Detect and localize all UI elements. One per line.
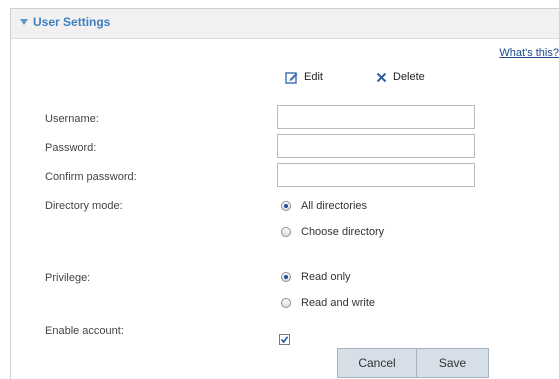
delete-icon (376, 72, 387, 83)
radio-all-directories[interactable]: All directories (281, 200, 367, 212)
whats-this-link[interactable]: What's this? (499, 47, 559, 59)
enable-account-label: Enable account: (45, 325, 124, 337)
radio-label: Read and write (301, 297, 375, 309)
radio-button[interactable] (281, 272, 291, 282)
confirm-password-input[interactable] (277, 163, 475, 187)
enable-account-checkbox[interactable] (279, 334, 290, 345)
collapse-arrow-icon[interactable] (20, 19, 28, 25)
radio-button[interactable] (281, 201, 291, 211)
cancel-button[interactable]: Cancel (337, 348, 417, 378)
radio-read-write[interactable]: Read and write (281, 297, 375, 309)
delete-label: Delete (393, 71, 425, 83)
confirm-password-label: Confirm password: (45, 171, 137, 183)
radio-read-only[interactable]: Read only (281, 271, 351, 283)
username-label: Username: (45, 113, 99, 125)
radio-label: Read only (301, 271, 351, 283)
radio-button[interactable] (281, 298, 291, 308)
panel-header[interactable]: User Settings (11, 9, 559, 39)
radio-label: Choose directory (301, 226, 385, 238)
radio-choose-directory[interactable]: Choose directory (281, 226, 384, 238)
panel-title: User Settings (33, 15, 111, 29)
directory-mode-label: Directory mode: (45, 200, 123, 212)
password-input[interactable] (277, 134, 475, 158)
edit-button[interactable]: Edit (285, 68, 323, 86)
radio-button[interactable] (281, 227, 291, 237)
radio-label: All directories (301, 200, 368, 212)
delete-button[interactable]: Delete (376, 68, 425, 86)
password-label: Password: (45, 142, 97, 154)
user-settings-panel: User Settings What's this? Edit Delete U… (10, 8, 559, 379)
edit-icon (285, 71, 298, 84)
username-input[interactable] (277, 105, 475, 129)
privilege-label: Privilege: (45, 272, 91, 284)
save-button[interactable]: Save (416, 348, 489, 378)
edit-label: Edit (304, 71, 323, 83)
checkmark-icon (280, 336, 289, 344)
